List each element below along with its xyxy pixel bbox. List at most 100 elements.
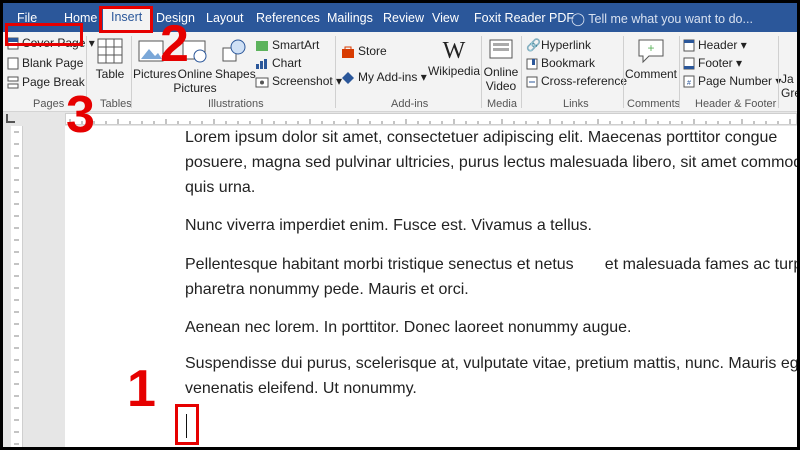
shapes-label: Shapes: [215, 67, 256, 81]
addins-group-label: Add-ins: [391, 98, 429, 110]
header-footer-group-label: Header & Footer: [695, 98, 777, 110]
bookmark-icon: [526, 58, 538, 70]
shapes-icon: [222, 39, 246, 62]
group-divider: [131, 36, 132, 108]
screenshot-label: Screenshot: [272, 74, 333, 88]
step-2-label: 2: [160, 15, 189, 73]
comment-icon: +: [638, 39, 664, 64]
footer-button[interactable]: Footer ▾: [683, 56, 742, 70]
media-group-label: Media: [487, 98, 517, 110]
hyperlink-label: Hyperlink: [540, 38, 591, 52]
document-line: venenatis eleifend. Ut nonummy.: [185, 380, 417, 397]
smartart-icon: [256, 40, 268, 51]
word-window: File Home Insert Design Layout Reference…: [3, 3, 797, 447]
pages-group-label: Pages: [33, 98, 65, 110]
tab-review[interactable]: Review: [383, 11, 424, 25]
vertical-ruler[interactable]: [11, 126, 23, 447]
page-number-icon: #: [683, 75, 695, 88]
cross-reference-icon: [526, 76, 538, 88]
tell-me-box[interactable]: ◯ Tell me what you want to do...: [571, 11, 753, 26]
document-line: Aenean nec lorem. In porttitor. Donec la…: [185, 319, 632, 336]
shapes-button[interactable]: Shapes: [215, 38, 256, 81]
step-1-label: 1: [127, 360, 156, 418]
document-line: quis urna.: [185, 179, 256, 196]
wikipedia-button[interactable]: W Wikipedia: [427, 38, 481, 78]
bookmark-button[interactable]: Bookmark: [526, 56, 595, 70]
page-number-button[interactable]: # Page Number ▾: [683, 74, 781, 88]
document-line: Pellentesque habitant morbi tristique se…: [185, 256, 797, 273]
table-button[interactable]: Table: [93, 38, 127, 81]
hyperlink-icon: 🔗: [526, 38, 541, 52]
tab-selector-icon[interactable]: [6, 114, 15, 123]
online-video-icon: [489, 39, 513, 59]
group-divider: [623, 36, 624, 108]
comments-group-label: Comments: [627, 98, 681, 110]
group-divider: [679, 36, 680, 108]
tab-references[interactable]: References: [256, 11, 320, 25]
document-line: Lorem ipsum dolor sit amet, consectetuer…: [185, 129, 778, 146]
store-button[interactable]: Store: [341, 44, 387, 59]
tab-view[interactable]: View: [432, 11, 459, 25]
footer-label: Footer: [698, 56, 733, 70]
header-icon: [683, 39, 695, 52]
blank-page-label: Blank Page: [22, 56, 84, 70]
wikipedia-icon: W: [442, 38, 466, 64]
footer-icon: [683, 57, 695, 70]
table-label: Table: [95, 67, 125, 81]
document-line: pharetra nonummy pede. Mauris et orci.: [185, 281, 469, 298]
screenshot-button[interactable]: Screenshot ▾: [255, 74, 342, 88]
lightbulb-icon: ◯: [571, 12, 585, 26]
insert-ribbon: Cover Page ▾ Blank Page Page Break Pages…: [3, 32, 797, 112]
online-video-label-2: Video: [485, 79, 517, 93]
blank-page-button[interactable]: Blank Page: [7, 56, 83, 70]
cross-reference-button[interactable]: Cross-reference: [526, 74, 627, 88]
tab-foxit-reader-pdf[interactable]: Foxit Reader PDF: [474, 11, 574, 25]
insert-tab-highlight: [99, 6, 153, 33]
document-page[interactable]: Lorem ipsum dolor sit amet, consectetuer…: [65, 126, 797, 447]
store-icon: [342, 46, 354, 58]
links-group-label: Links: [563, 98, 589, 110]
blank-page-icon: [7, 57, 19, 70]
bookmark-label: Bookmark: [541, 56, 596, 70]
document-line: Suspendisse dui purus, scelerisque at, v…: [185, 355, 797, 372]
store-label: Store: [358, 44, 387, 58]
page-break-icon: [7, 76, 19, 89]
chart-icon: [256, 58, 267, 69]
chart-button[interactable]: Chart: [255, 56, 301, 70]
document-line: posuere, magna sed pulvinar ultricies, p…: [185, 154, 797, 171]
cross-reference-label: Cross-reference: [541, 74, 628, 88]
header-button[interactable]: Header ▾: [683, 38, 747, 52]
cutoff-button[interactable]: Ja Gre: [781, 72, 797, 100]
hyperlink-button[interactable]: 🔗Hyperlink: [526, 38, 591, 52]
wikipedia-label: Wikipedia: [427, 64, 481, 78]
horizontal-ruler[interactable]: [65, 113, 797, 125]
online-pictures-label-2: Pictures: [173, 81, 217, 95]
group-divider: [778, 36, 779, 108]
svg-text:#: #: [687, 80, 691, 87]
tab-layout[interactable]: Layout: [206, 11, 244, 25]
comment-button[interactable]: + Comment: [625, 38, 677, 81]
chart-label: Chart: [272, 56, 302, 70]
comment-label: Comment: [625, 67, 678, 81]
group-divider: [481, 36, 482, 108]
group-divider: [521, 36, 522, 108]
blank-page-highlight: [5, 23, 83, 46]
smartart-label: SmartArt: [272, 38, 320, 52]
page-number-label: Page Number: [698, 74, 773, 88]
table-icon: [97, 38, 123, 64]
svg-text:+: +: [647, 41, 654, 55]
my-addins-button[interactable]: My Add-ins ▾: [341, 70, 427, 85]
online-video-button[interactable]: Online Video: [483, 38, 519, 93]
step-3-label: 3: [66, 86, 95, 144]
horizontal-ruler-bar: [3, 112, 797, 126]
my-addins-label: My Add-ins: [358, 70, 418, 84]
group-divider: [335, 36, 336, 108]
smartart-button[interactable]: SmartArt: [255, 38, 319, 52]
vertical-ruler-ticks: [14, 131, 19, 445]
document-line: Nunc viverra imperdiet enim. Fusce est. …: [185, 217, 592, 234]
tab-mailings[interactable]: Mailings: [327, 11, 373, 25]
tables-group-label: Tables: [100, 98, 132, 110]
illustrations-group-label: Illustrations: [208, 98, 264, 110]
cutoff-label-1: Ja: [781, 72, 794, 86]
header-label: Header: [698, 38, 738, 52]
